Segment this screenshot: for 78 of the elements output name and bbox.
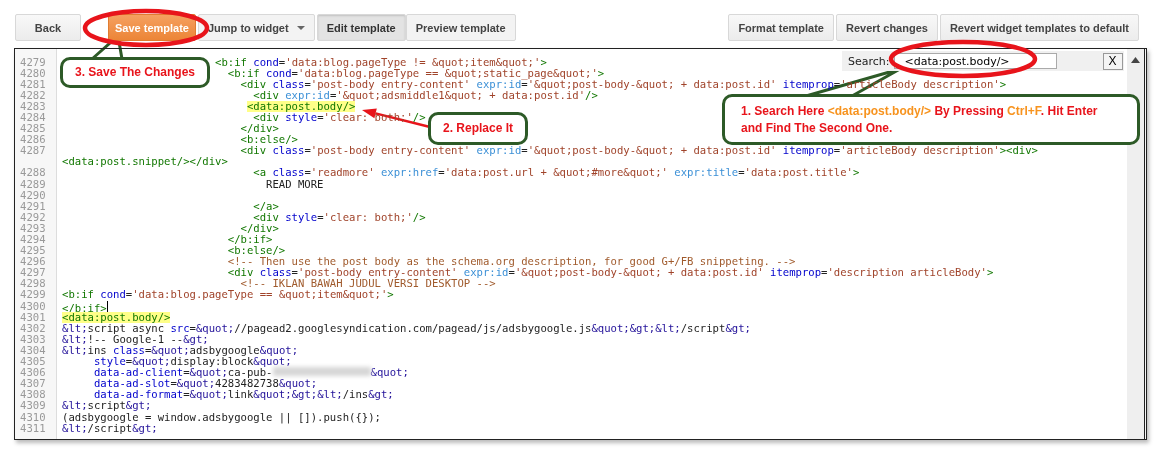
code-line: </b:if>	[227, 234, 273, 246]
code-line: style=&quot;display:block&quot;	[93, 356, 292, 368]
line-number: 4309	[19, 400, 47, 412]
code-editor[interactable]	[14, 48, 1147, 440]
code-line: <div style='clear: both;'/>	[253, 211, 426, 223]
code-line: &lt;!-- Google-1 --&gt;	[62, 333, 209, 345]
line-number: 4286	[19, 134, 47, 146]
code-line: </b:if>	[62, 302, 107, 314]
line-number: 4291	[19, 200, 47, 212]
code-line: <data:post.snippet/></div>	[62, 156, 228, 168]
line-number: 4280	[19, 67, 47, 79]
line-number: 4306	[19, 367, 47, 379]
line-number: 4292	[19, 211, 47, 223]
toolbar-button[interactable]: Back	[15, 14, 81, 41]
code-line: data-ad-format=&quot;link&quot;&gt;&lt;/ins&gt;	[93, 389, 394, 401]
callout-text: 3. Save The Changes	[73, 64, 196, 81]
code-line: data-ad-client=&quot;ca-pub-	[93, 367, 273, 379]
line-number: 4304	[19, 344, 47, 357]
line-number: 4300	[19, 300, 47, 312]
code-line: </div>	[240, 222, 279, 234]
line-number: 4305	[19, 356, 47, 368]
code-line: <div class='post-body entry-content' expr:id='&quot;post-body-&quot; + data:post.id' itemprop='articleBody description'><div>	[240, 145, 1038, 157]
line-number: 4279	[19, 56, 47, 68]
line-number: 4297	[19, 267, 47, 279]
line-number: 4281	[19, 78, 47, 90]
code-line: (adsbygoogle = window.adsbygoogle || []).push({});	[62, 411, 381, 423]
code-line: <a class='readmore' expr:href='data:post.url + &quot;#more&quot;' expr:title='data:post.title'>	[253, 167, 860, 179]
code-line: <!-- IKLAN BAWAH JUDUL VERSI DESKTOP -->	[240, 278, 496, 290]
toolbar-button[interactable]: Format template	[728, 14, 834, 41]
line-number: 4287	[19, 145, 47, 157]
line-number: 4311	[19, 422, 47, 434]
line-number: 4302	[19, 322, 47, 334]
callout-text: 2. Replace It	[442, 120, 514, 137]
toggle-tab[interactable]: Edit template	[316, 14, 406, 41]
scrollbar[interactable]	[1127, 49, 1144, 439]
caret-icon	[296, 25, 305, 30]
line-number: 4295	[19, 245, 47, 257]
line-number: 4288	[19, 167, 47, 179]
code-line: <!-- Then use the post body as the schema.org description, for good G+/FB snippeting. -->	[227, 256, 796, 268]
search-label: Search:	[848, 54, 890, 68]
code-line: &quot;	[370, 367, 409, 379]
line-number: 4294	[19, 234, 47, 246]
line-number: 4282	[19, 89, 47, 101]
code-line: <b:if cond='data:blog.pageType == &quot;item&quot;'>	[62, 289, 394, 301]
line-number: 4283	[19, 100, 47, 112]
code-line: <b:if cond='data:blog.pageType == &quot;static_page&quot;'>	[227, 67, 605, 79]
code-line: <b:if cond='data:blog.pageType != &quot;item&quot;'>	[215, 56, 547, 68]
line-number: 4308	[19, 389, 47, 401]
search-field[interactable]: <data:post.body/>	[893, 53, 1057, 69]
line-number: 4284	[19, 111, 47, 124]
scroll-up-icon[interactable]	[1131, 57, 1140, 63]
code-line: <b:else/>	[240, 134, 298, 146]
toggle-tab[interactable]: Preview template	[405, 14, 516, 41]
callout-text: 1. Search Here <data:post.body/> By Pressing Ctrl+F. Hit Enter and Find The Second One.	[740, 102, 1099, 137]
line-number: 4296	[19, 256, 47, 268]
code-line: READ MORE	[266, 178, 324, 190]
code-line: &lt;script&gt;	[62, 400, 152, 412]
code-line: &lt;/script&gt;	[62, 422, 158, 434]
code-line: <b:else/>	[227, 245, 286, 257]
code-line: &lt;script async src=&quot;//pagead2.googlesyndication.com/pagead/js/adsbygoogle.js&quot;&gt;&lt;/script&gt;	[62, 322, 751, 334]
code-line: <div class='post-body entry-content' expr:id='&quot;post-body-&quot; + data:post.id' itemprop='description articleBody'>	[227, 267, 994, 279]
toolbar-button[interactable]: Revert widget templates to default	[939, 14, 1139, 41]
close-button[interactable]: X	[1102, 52, 1123, 70]
line-number: 4310	[19, 411, 47, 423]
line-number: 4285	[19, 123, 47, 135]
line-number: 4301	[19, 311, 47, 323]
line-number: 4289	[19, 178, 47, 190]
line-number: 4303	[19, 333, 47, 345]
code-line: </div>	[240, 123, 279, 135]
code-line: data-ad-slot=&quot;4283482738&quot;	[93, 378, 318, 390]
line-number: 4293	[19, 222, 47, 234]
line-number: 4307	[19, 378, 47, 390]
toolbar-button[interactable]: Revert changes	[835, 14, 938, 41]
code-line: <div expr:id='&quot;adsmiddle1&quot; + data:post.id'/>	[253, 89, 598, 101]
line-number: 4299	[19, 289, 47, 301]
line-number: 4290	[19, 189, 47, 201]
code-line: </a>	[253, 200, 279, 212]
line-number: 4298	[19, 278, 47, 290]
